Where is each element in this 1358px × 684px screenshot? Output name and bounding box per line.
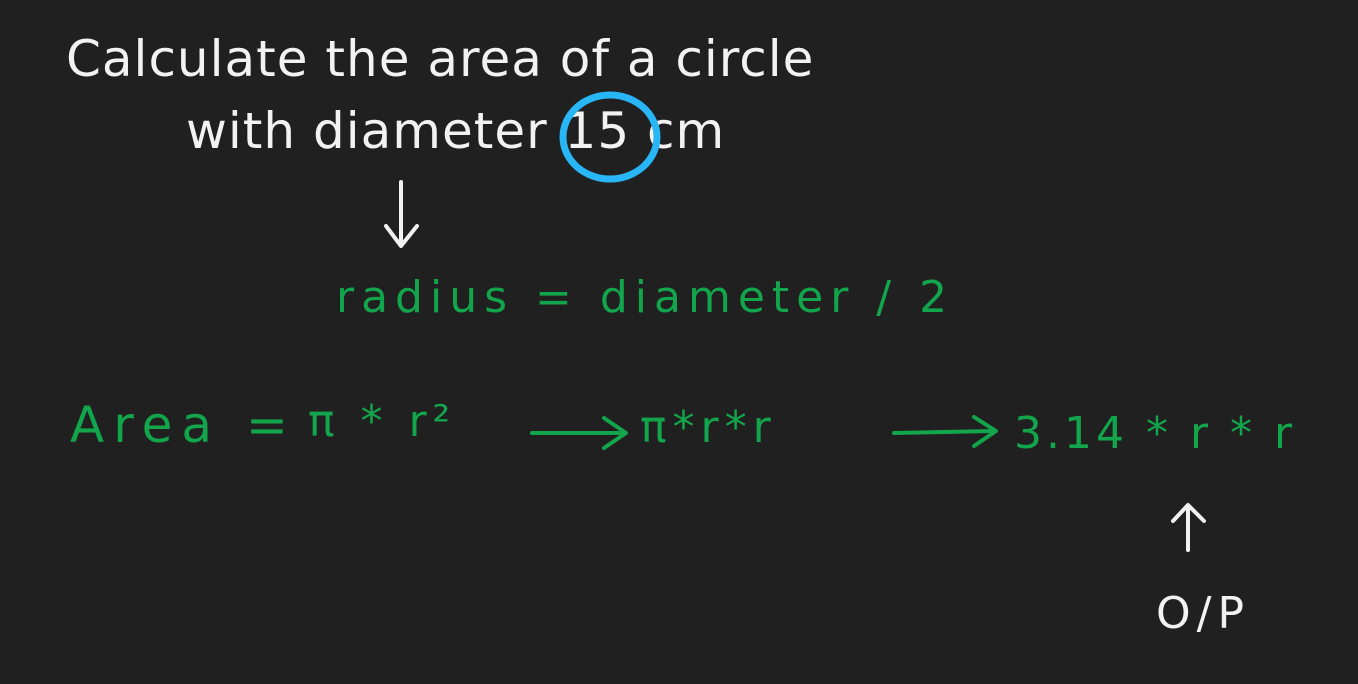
whiteboard-canvas: Calculate the area of a circle with diam… xyxy=(0,0,1358,684)
output-label: O/P xyxy=(1156,588,1250,639)
up-arrow-icon xyxy=(1171,503,1206,552)
